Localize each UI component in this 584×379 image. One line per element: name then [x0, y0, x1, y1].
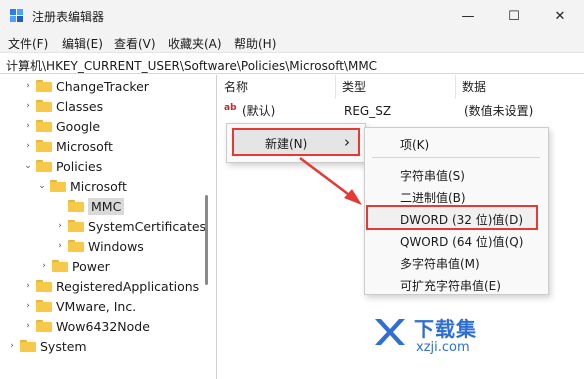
folder-icon [36, 140, 52, 152]
string-value-icon: ab [224, 103, 237, 113]
folder-icon [68, 220, 84, 232]
folder-icon [36, 120, 52, 132]
minimize-icon: — [461, 8, 475, 24]
tree-label: SystemCertificates [88, 218, 207, 234]
tree-pane: › ChangeTracker › Classes › Google › Microso… [0, 75, 217, 379]
chevron-right-icon[interactable]: › [22, 136, 34, 156]
submenu-key[interactable]: 项(K) [400, 136, 429, 153]
submenu-string-value[interactable]: 字符串值(S) [400, 167, 465, 184]
close-icon: ✕ [554, 8, 566, 24]
menu-view[interactable]: 查看(V) [114, 35, 156, 52]
tree-label: Policies [56, 158, 103, 174]
folder-icon [68, 240, 84, 252]
chevron-right-icon[interactable]: › [22, 96, 34, 116]
folder-icon [36, 280, 52, 292]
tree-item-vmware[interactable]: › VMware, Inc. [22, 296, 136, 316]
tree-item-policies[interactable]: ⌄ Policies [22, 156, 102, 176]
submenu-multi-string-value[interactable]: 多字符串值(M) [400, 255, 480, 272]
folder-icon [20, 340, 36, 352]
tree-label: Classes [56, 98, 104, 114]
submenu-separator [372, 157, 540, 158]
value-name[interactable]: (默认) [242, 101, 275, 121]
tree-item-wow6432node[interactable]: › Wow6432Node [22, 316, 150, 336]
tree-scrollbar[interactable] [205, 195, 208, 285]
column-header-name[interactable]: 名称 [218, 75, 336, 99]
context-menu-new-label: 新建(N) [265, 137, 308, 151]
tree-label: System [40, 338, 87, 354]
tree-label: Power [72, 258, 110, 274]
tree-label: RegisteredApplications [56, 278, 200, 294]
tree-label: Microsoft [56, 138, 113, 154]
chevron-down-icon[interactable]: ⌄ [36, 176, 48, 196]
column-header-data[interactable]: 数据 [456, 75, 584, 99]
address-bar[interactable]: 计算机\HKEY_CURRENT_USER\Software\Policies\… [0, 52, 584, 74]
submenu-expandable-string-value[interactable]: 可扩充字符串值(E) [400, 277, 501, 294]
tree-item-policies-microsoft[interactable]: ⌄ Microsoft [36, 176, 127, 196]
address-path: 计算机\HKEY_CURRENT_USER\Software\Policies\… [6, 59, 378, 73]
menu-help[interactable]: 帮助(H) [234, 35, 276, 52]
minimize-button[interactable]: — [445, 0, 491, 32]
tree-item-windows[interactable]: › Windows [54, 236, 144, 256]
folder-icon [50, 180, 66, 192]
watermark-title: 下载集 [414, 317, 477, 341]
menu-favorites[interactable]: 收藏夹(A) [168, 35, 222, 52]
value-type: REG_SZ [344, 104, 392, 118]
column-header-type[interactable]: 类型 [336, 75, 456, 99]
tree-item-changetracker[interactable]: › ChangeTracker [22, 76, 149, 96]
menu-bar: 文件(F) 编辑(E) 查看(V) 收藏夹(A) 帮助(H) [0, 32, 584, 52]
chevron-right-icon[interactable]: › [6, 336, 18, 356]
tree-label: Wow6432Node [56, 318, 150, 334]
registry-editor-icon [10, 9, 23, 22]
submenu-binary-value[interactable]: 二进制值(B) [400, 189, 466, 206]
chevron-down-icon[interactable]: ⌄ [22, 156, 34, 176]
submenu-dword-value[interactable]: DWORD (32 位)值(D) [400, 211, 523, 228]
maximize-button[interactable]: ☐ [491, 0, 537, 32]
chevron-right-icon[interactable]: › [22, 296, 34, 316]
tree-item-power[interactable]: › Power [38, 256, 110, 276]
tree-label: Google [56, 118, 101, 134]
tree-label: MMC [88, 197, 125, 215]
tree-item-microsoft[interactable]: › Microsoft [22, 136, 113, 156]
submenu-qword-value[interactable]: QWORD (64 位)值(Q) [400, 233, 523, 250]
title-bar: 注册表编辑器 — ☐ ✕ [0, 0, 584, 32]
tree-item-classes[interactable]: › Classes [22, 96, 103, 116]
tree-item-registeredapplications[interactable]: › RegisteredApplications [22, 276, 199, 296]
chevron-right-icon[interactable]: › [54, 236, 66, 256]
menu-edit[interactable]: 编辑(E) [62, 35, 103, 52]
chevron-right-icon[interactable]: › [22, 76, 34, 96]
tree-label: VMware, Inc. [56, 298, 137, 314]
menu-file[interactable]: 文件(F) [8, 35, 48, 52]
tree-item-mmc[interactable]: MMC [54, 196, 125, 216]
folder-icon [36, 80, 52, 92]
watermark-url: xzji.com [416, 340, 470, 355]
chevron-right-icon[interactable]: › [22, 116, 34, 136]
folder-icon [36, 320, 52, 332]
tree-item-system[interactable]: › System [6, 336, 87, 356]
tree-label: ChangeTracker [56, 78, 149, 94]
watermark-logo-icon [375, 319, 405, 345]
chevron-right-icon: › [344, 133, 350, 151]
chevron-right-icon[interactable]: › [38, 256, 50, 276]
folder-icon [52, 260, 68, 272]
chevron-right-icon[interactable]: › [22, 316, 34, 336]
value-data: (数值未设置) [464, 104, 534, 118]
close-button[interactable]: ✕ [537, 0, 583, 32]
folder-icon [36, 300, 52, 312]
window-title: 注册表编辑器 [32, 10, 105, 24]
chevron-right-icon[interactable]: › [22, 276, 34, 296]
tree-label: Microsoft [70, 178, 127, 194]
folder-icon [36, 100, 52, 112]
folder-icon [36, 160, 52, 172]
chevron-right-icon[interactable]: › [54, 216, 66, 236]
folder-icon [68, 200, 84, 212]
tree-item-google[interactable]: › Google [22, 116, 100, 136]
tree-item-systemcertificates[interactable]: › SystemCertificates [54, 216, 206, 236]
tree-label: Windows [88, 238, 144, 254]
maximize-icon: ☐ [508, 8, 520, 24]
